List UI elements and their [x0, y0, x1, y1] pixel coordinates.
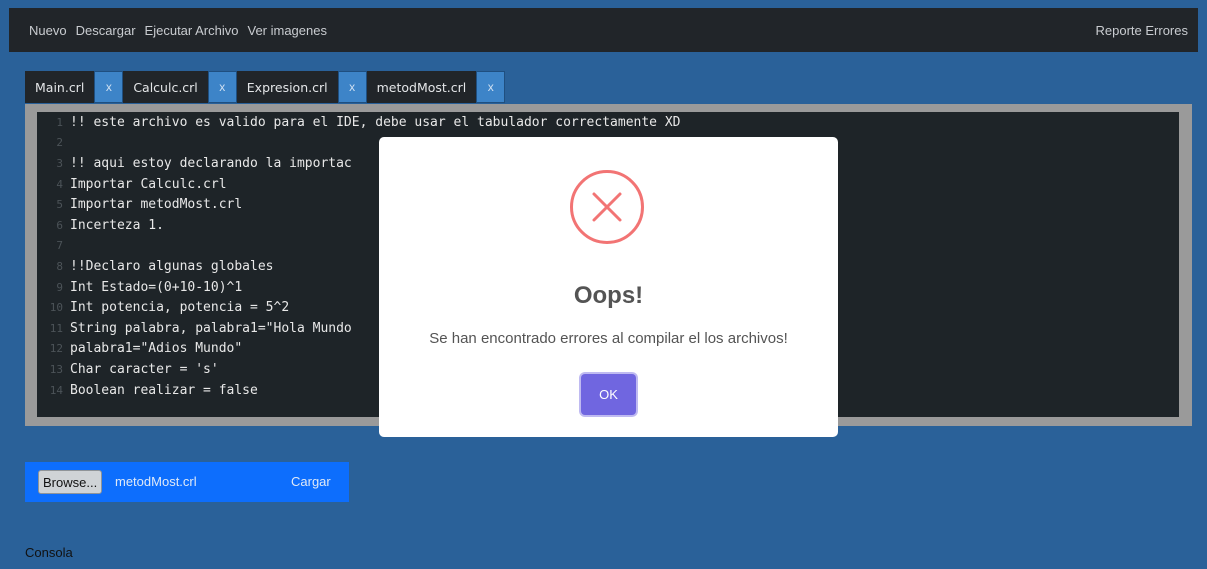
line-number: 9	[56, 280, 63, 294]
code-text: Boolean realizar = false	[70, 382, 258, 398]
line-number: 4	[56, 177, 63, 191]
tab-main-close-button[interactable]: x	[94, 71, 124, 103]
line-number: 8	[56, 259, 63, 273]
dialog-title: Oops!	[573, 282, 644, 309]
code-text: String palabra, palabra1="Hola Mundo	[70, 320, 352, 336]
line-number: 7	[56, 239, 63, 253]
line-number: 2	[56, 136, 63, 150]
code-line: 1 !! este archivo es valido para el IDE, …	[37, 112, 1179, 133]
line-number: 3	[56, 156, 63, 170]
line-number: 5	[56, 198, 63, 212]
file-tabs: Main.crl x Calculc.crl x Expresion.crl x…	[25, 71, 506, 103]
tab-calculc-close-button[interactable]: x	[207, 71, 237, 103]
line-number: 6	[56, 218, 63, 232]
nav-nuevo[interactable]: Nuevo	[29, 23, 67, 38]
tab-main[interactable]: Main.crl	[25, 71, 95, 103]
tab-expresion[interactable]: Expresion.crl	[236, 71, 338, 103]
nav-descargar[interactable]: Descargar	[76, 23, 136, 38]
tab-metodmost[interactable]: metodMost.crl	[366, 71, 477, 103]
nav-links: Nuevo Descargar Ejecutar Archivo Ver ima…	[29, 23, 336, 38]
code-text: Char caracter = 's'	[70, 361, 219, 377]
cargar-button[interactable]: Cargar	[291, 474, 331, 489]
code-text: Importar metodMost.crl	[70, 197, 243, 213]
line-number: 1	[56, 115, 63, 129]
ok-button[interactable]: OK	[581, 374, 636, 415]
upload-bar: Browse... metodMost.crl Cargar	[25, 462, 349, 502]
top-navbar: Nuevo Descargar Ejecutar Archivo Ver ima…	[9, 8, 1198, 52]
code-text: !!Declaro algunas globales	[70, 258, 274, 274]
line-number: 13	[49, 362, 63, 376]
code-text: Incerteza 1.	[70, 217, 164, 233]
selected-file-name: metodMost.crl	[115, 474, 197, 489]
code-text: !! aqui estoy declarando la importac	[70, 155, 352, 171]
line-number: 12	[49, 342, 63, 356]
tab-expresion-close-button[interactable]: x	[337, 71, 367, 103]
tab-calculc[interactable]: Calculc.crl	[123, 71, 208, 103]
nav-reporte-errores[interactable]: Reporte Errores	[1096, 23, 1188, 38]
line-number: 10	[49, 301, 63, 315]
code-text: !! este archivo es valido para el IDE, d…	[70, 114, 681, 130]
code-text: Int potencia, potencia = 5^2	[70, 300, 290, 316]
line-number: 14	[49, 383, 63, 397]
console-label: Consola	[25, 545, 73, 560]
nav-ejecutar-archivo[interactable]: Ejecutar Archivo	[145, 23, 239, 38]
dialog-message: Se han encontrado errores al compilar el…	[429, 330, 788, 347]
code-text: Int Estado=(0+10-10)^1	[70, 279, 243, 295]
browse-button[interactable]: Browse...	[38, 470, 103, 494]
error-dialog: Oops! Se han encontrado errores al compi…	[379, 137, 838, 437]
nav-ver-imagenes[interactable]: Ver imagenes	[247, 23, 327, 38]
error-x-icon	[570, 170, 644, 244]
line-number: 11	[49, 321, 63, 335]
code-text: palabra1="Adios Mundo"	[70, 341, 243, 357]
tab-metodmost-close-button[interactable]: x	[476, 71, 506, 103]
code-text: Importar Calculc.crl	[70, 176, 227, 192]
